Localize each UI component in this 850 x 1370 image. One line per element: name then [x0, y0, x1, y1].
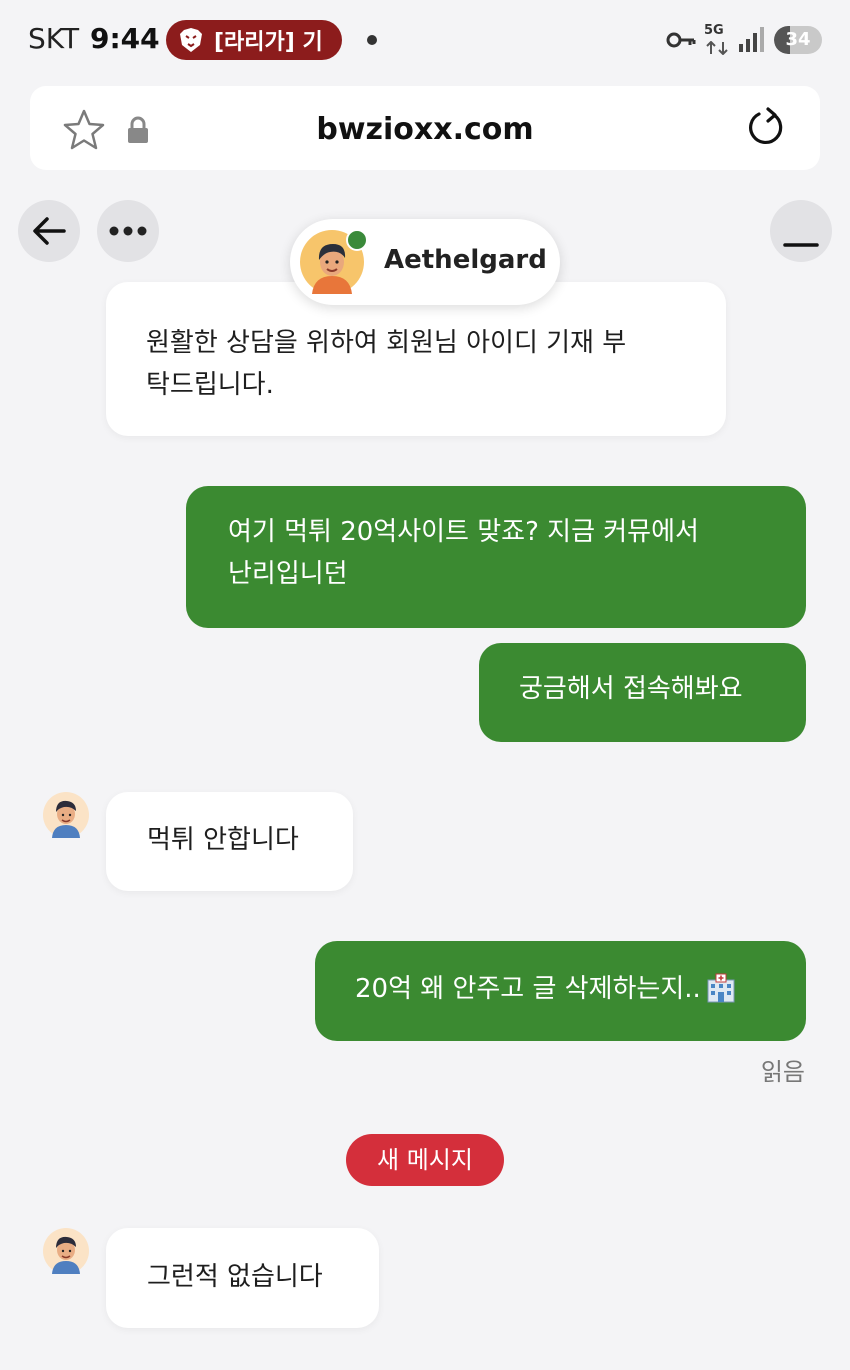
message-bubble-incoming: 먹튀 안합니다 [106, 792, 353, 891]
read-receipt: 읽음 [760, 1058, 805, 1086]
agent-avatar-small [43, 1228, 89, 1274]
arrow-left-icon [33, 217, 66, 245]
more-horizontal-icon [109, 226, 147, 236]
battery-icon: 34 [774, 26, 822, 54]
url-text[interactable]: bwzioxx.com [0, 112, 850, 147]
agent-header: Aethelgard [290, 219, 560, 305]
message-text: 20억 왜 안주고 글 삭제하는지.. [355, 974, 701, 1004]
message-bubble-outgoing: 여기 먹튀 20억사이트 맞죠? 지금 커뮤에서 난리입니던 [186, 486, 806, 628]
agent-avatar-small [43, 792, 89, 838]
minimize-button[interactable] [770, 200, 832, 262]
network-5g-icon: 5G [704, 23, 730, 55]
message-text: 원활한 상담을 위하여 회원님 아이디 기재 부 탁드립니다. [146, 328, 627, 400]
notification-pill[interactable]: [라리가] 기 [166, 20, 342, 60]
notification-dot-icon [367, 35, 377, 45]
message-text: 여기 먹튀 20억사이트 맞죠? 지금 커뮤에서 난리입니던 [228, 517, 699, 589]
battery-level-label: 34 [785, 29, 811, 50]
notification-text: [라리가] 기 [214, 30, 323, 55]
back-button[interactable] [18, 200, 80, 262]
message-text: 그런적 없습니다 [147, 1262, 323, 1292]
message-bubble-incoming: 원활한 상담을 위하여 회원님 아이디 기재 부 탁드립니다. [106, 282, 726, 436]
message-bubble-outgoing: 궁금해서 접속해봐요 [479, 643, 806, 742]
carrier-label: SKT [28, 22, 80, 55]
message-text: 궁금해서 접속해봐요 [519, 674, 743, 704]
new-message-divider: 새 메시지 [346, 1134, 504, 1186]
reload-icon[interactable] [746, 106, 786, 150]
message-bubble-outgoing: 20억 왜 안주고 글 삭제하는지.. [315, 941, 806, 1041]
hospital-emoji-icon [707, 973, 735, 1003]
minimize-icon [783, 243, 819, 247]
clock: 9:44 [90, 22, 160, 55]
status-icons: 5G 34 [666, 23, 822, 56]
status-bar: SKT 9:44 [라리가] 기 5G 34 [0, 0, 850, 80]
network-type-label: 5G [704, 23, 724, 38]
message-bubble-incoming: 그런적 없습니다 [106, 1228, 379, 1328]
agent-name: Aethelgard [384, 245, 547, 275]
signal-strength-icon [739, 27, 764, 52]
brave-lion-icon [180, 28, 202, 52]
more-options-button[interactable] [97, 200, 159, 262]
message-text: 먹튀 안합니다 [147, 825, 299, 855]
vpn-key-icon [666, 32, 696, 48]
online-status-indicator [346, 229, 368, 251]
